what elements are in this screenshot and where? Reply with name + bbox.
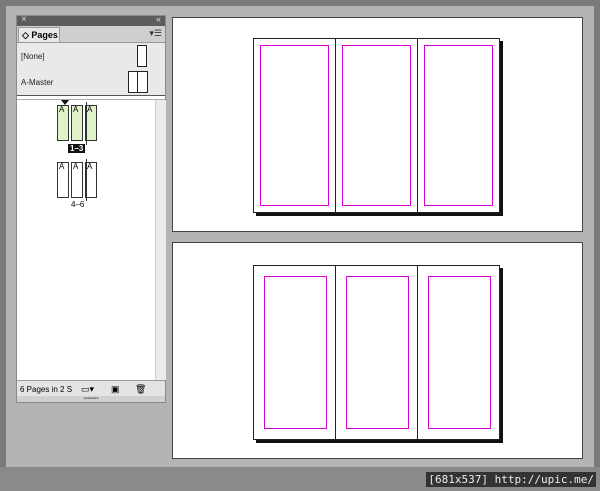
image-footer: [681x537] http://upic.me/ — [0, 467, 600, 491]
master-spread-thumbnail[interactable] — [128, 71, 148, 93]
document-pages-list: A A A 1–3 A A A 4–6 — [17, 100, 155, 380]
document-page[interactable] — [335, 265, 418, 440]
panel-status-bar: 6 Pages in 2 S ▭▾ ▣ 🗑 — [17, 380, 165, 397]
margin-guide — [342, 45, 411, 206]
new-page-size-icon[interactable]: ▭▾ — [81, 384, 94, 395]
margin-guide — [264, 276, 327, 429]
page-thumbnail[interactable]: A — [57, 162, 69, 198]
page-count-text: 6 Pages in 2 S — [20, 385, 73, 394]
page-thumbnail[interactable]: A — [71, 105, 83, 141]
margin-guide — [346, 276, 409, 429]
document-page[interactable] — [417, 265, 500, 440]
margin-guide — [260, 45, 329, 206]
panel-tab-bar: ◇ Pages ▾☰ — [17, 26, 165, 43]
new-page-icon[interactable]: ▣ — [111, 384, 120, 395]
panel-title-strip: × « — [17, 14, 165, 26]
spread-label: 4–6 — [71, 200, 85, 209]
resize-grip-icon[interactable]: ▪▪▪▪▪▪▪ — [17, 396, 165, 402]
master-page-thumbnail[interactable] — [137, 45, 147, 67]
document-page[interactable] — [253, 38, 336, 213]
margin-guide — [424, 45, 493, 206]
trash-icon[interactable]: 🗑 — [135, 384, 146, 395]
document-spread-2[interactable] — [172, 242, 583, 459]
collapse-icon[interactable]: « — [156, 14, 161, 24]
page-thumbnail[interactable]: A — [71, 162, 83, 198]
master-a[interactable]: A-Master — [17, 69, 165, 97]
margin-guide — [428, 276, 491, 429]
pages-panel: × « ◇ Pages ▾☰ [None] A-Master A A A 1–3… — [16, 14, 166, 403]
page-thumbnail[interactable]: A — [57, 105, 69, 141]
panel-menu-icon[interactable]: ▾☰ — [149, 28, 162, 39]
close-icon[interactable]: × — [21, 14, 27, 25]
spread-spine — [86, 159, 87, 201]
spread-label: 1–3 — [68, 144, 86, 153]
document-page[interactable] — [253, 265, 336, 440]
spread-spine — [86, 102, 87, 145]
master-none[interactable]: [None] — [17, 43, 165, 71]
document-page[interactable] — [417, 38, 500, 213]
master-label: [None] — [21, 52, 45, 61]
pages-scrollbar[interactable] — [155, 100, 166, 380]
tab-pages[interactable]: ◇ Pages — [18, 27, 60, 42]
image-credit: [681x537] http://upic.me/ — [426, 472, 596, 487]
spread-thumbnail-1-3[interactable]: A A A — [57, 105, 99, 141]
document-spread-1[interactable] — [172, 17, 583, 232]
spread-thumbnail-4-6[interactable]: A A A — [57, 162, 99, 198]
master-label: A-Master — [21, 78, 54, 87]
tab-pages-label: Pages — [31, 30, 58, 40]
document-page[interactable] — [335, 38, 418, 213]
